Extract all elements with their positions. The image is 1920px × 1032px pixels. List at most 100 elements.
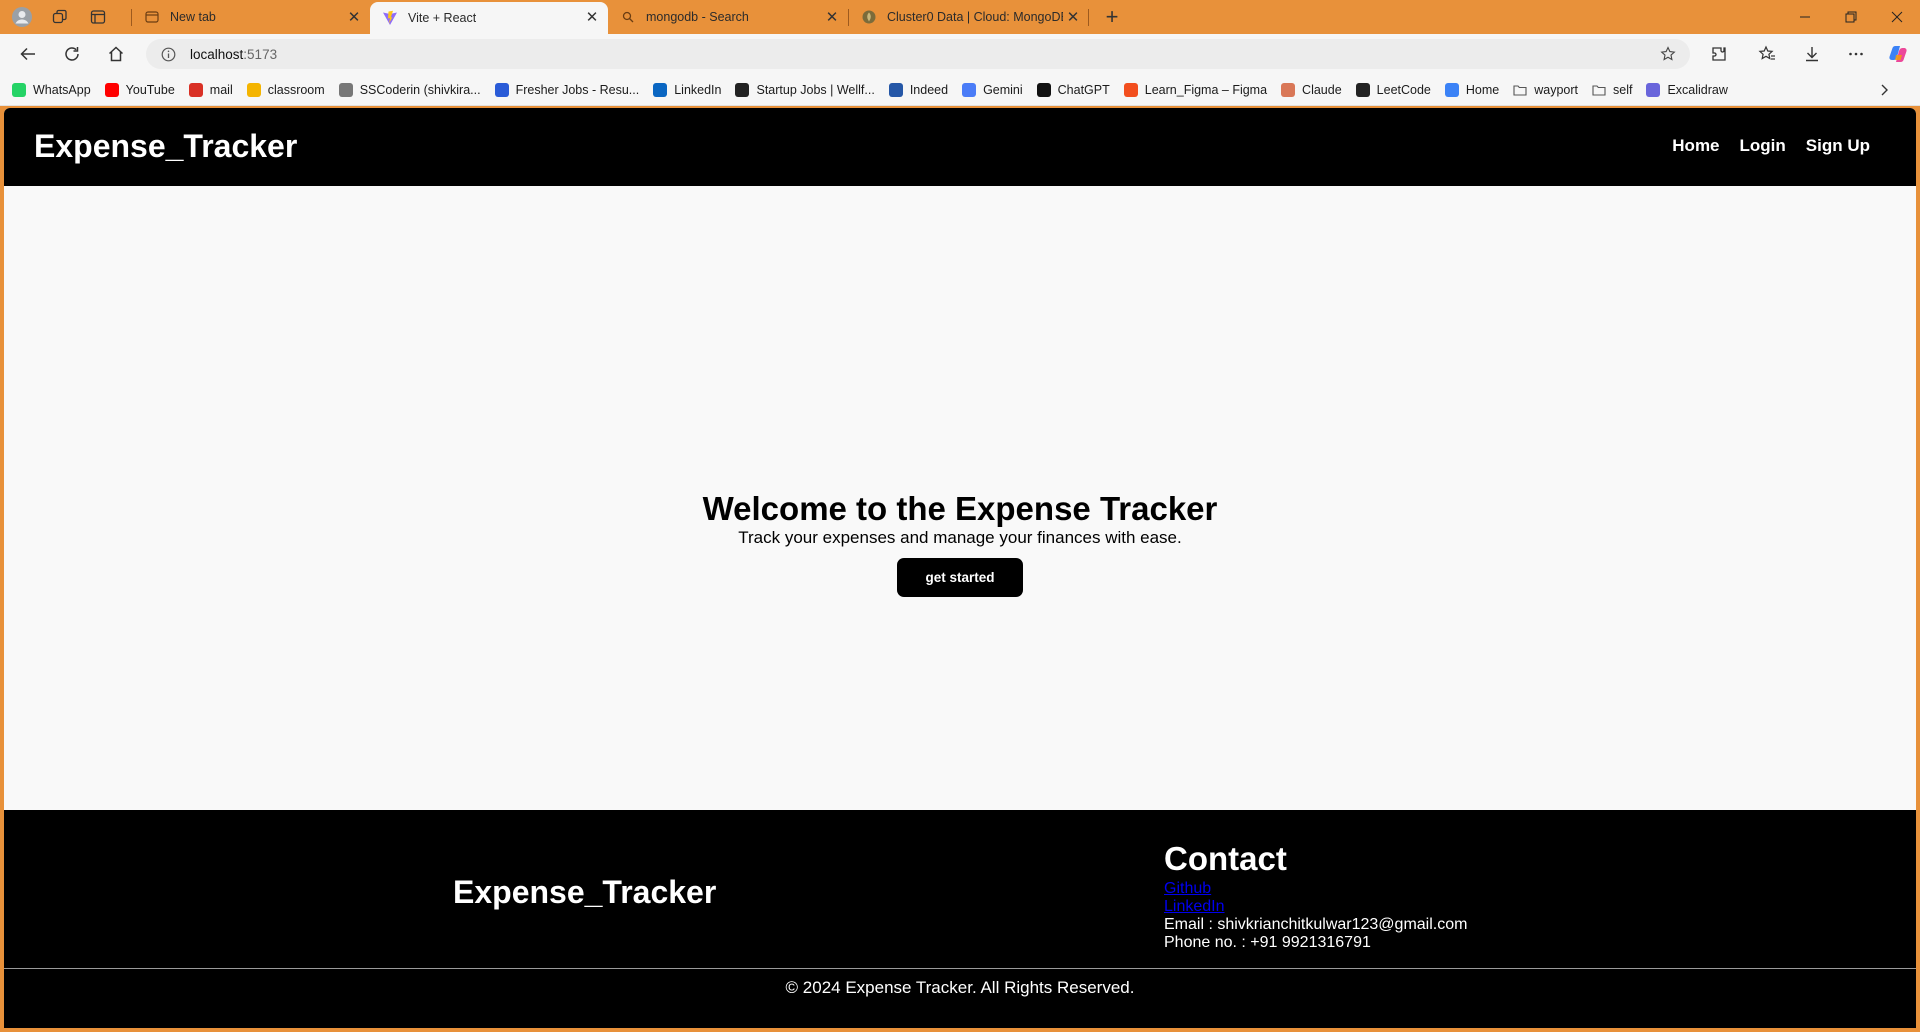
profile-icon[interactable] bbox=[10, 5, 34, 29]
linkedin-link[interactable]: LinkedIn bbox=[1164, 898, 1467, 916]
bookmark-label: Excalidraw bbox=[1667, 82, 1728, 97]
home-bookmark-icon bbox=[1444, 82, 1459, 97]
close-window-button[interactable] bbox=[1874, 0, 1920, 34]
bookmark-label: SSCoderin (shivkira... bbox=[359, 82, 481, 97]
restore-button[interactable] bbox=[1828, 0, 1874, 34]
bookmark-label: self bbox=[1613, 82, 1633, 97]
contact-email: Email : shivkrianchitkulwar123@gmail.com bbox=[1164, 916, 1468, 933]
tab-strip: New tab ✕ Vite + React ✕ mongodb - Searc… bbox=[0, 0, 1920, 34]
browser-toolbar: localhost:5173 bbox=[0, 34, 1920, 74]
gmail-icon bbox=[188, 82, 203, 97]
page-viewport: Expense_Tracker Home Login Sign Up Welco… bbox=[4, 108, 1916, 1028]
bookmark-item[interactable]: mail bbox=[188, 82, 233, 97]
bookmark-label: mail bbox=[209, 82, 233, 97]
footer-brand: Expense_Tracker bbox=[453, 874, 717, 910]
tab-title: Vite + React bbox=[408, 11, 477, 25]
site-brand[interactable]: Expense_Tracker bbox=[34, 128, 297, 165]
close-icon[interactable]: ✕ bbox=[346, 9, 362, 26]
bookmark-item[interactable]: YouTube bbox=[104, 82, 175, 97]
bookmark-item[interactable]: Startup Jobs | Wellf... bbox=[735, 82, 875, 97]
bookmark-item[interactable]: classroom bbox=[246, 82, 325, 97]
chevron-right-icon[interactable] bbox=[1876, 82, 1892, 98]
classroom-icon bbox=[246, 82, 261, 97]
tab-title: mongodb - Search bbox=[646, 10, 749, 24]
bookmark-item[interactable]: WhatsApp bbox=[12, 82, 91, 97]
address-bar[interactable]: localhost:5173 bbox=[146, 39, 1690, 69]
close-icon[interactable]: ✕ bbox=[1065, 9, 1081, 26]
hero-section: Welcome to the Expense Tracker Track you… bbox=[4, 186, 1916, 810]
tab-mongodb-cluster[interactable]: Cluster0 Data | Cloud: MongoDB ✕ bbox=[849, 2, 1089, 32]
tab-new-tab[interactable]: New tab ✕ bbox=[132, 2, 370, 32]
mongodb-icon bbox=[861, 9, 877, 25]
bookmark-item[interactable]: LeetCode bbox=[1355, 82, 1431, 97]
figma-icon bbox=[1123, 82, 1138, 97]
reload-button[interactable] bbox=[58, 40, 86, 68]
bookmark-item[interactable]: LinkedIn bbox=[653, 82, 722, 97]
bookmark-label: WhatsApp bbox=[33, 82, 91, 97]
copilot-icon[interactable] bbox=[1884, 40, 1912, 68]
tab-mongodb-search[interactable]: mongodb - Search ✕ bbox=[608, 2, 848, 32]
nav-link-signup[interactable]: Sign Up bbox=[1806, 136, 1870, 156]
leetcode-icon bbox=[1355, 82, 1370, 97]
folder-icon bbox=[1592, 83, 1606, 97]
bookmark-item[interactable]: Claude bbox=[1281, 82, 1342, 97]
linkedin-icon bbox=[653, 82, 668, 97]
bookmark-item[interactable]: Excalidraw bbox=[1646, 82, 1728, 97]
get-started-button[interactable]: get started bbox=[897, 558, 1023, 597]
bookmark-label: Startup Jobs | Wellf... bbox=[756, 82, 875, 97]
wellfound-icon bbox=[735, 82, 750, 97]
close-icon[interactable]: ✕ bbox=[584, 9, 600, 26]
bookmark-label: LinkedIn bbox=[674, 82, 722, 97]
bookmark-item[interactable]: Fresher Jobs - Resu... bbox=[494, 82, 640, 97]
excalidraw-icon bbox=[1646, 82, 1661, 97]
back-button[interactable] bbox=[14, 40, 42, 68]
address-url: localhost:5173 bbox=[190, 46, 278, 62]
bookmark-label: wayport bbox=[1534, 82, 1579, 97]
new-tab-button[interactable]: + bbox=[1100, 4, 1124, 29]
bookmark-item[interactable]: Indeed bbox=[888, 82, 948, 97]
favorites-icon[interactable] bbox=[1753, 40, 1781, 68]
site-info-icon[interactable] bbox=[160, 46, 176, 62]
bookmark-item[interactable]: Gemini bbox=[962, 82, 1023, 97]
nav-link-login[interactable]: Login bbox=[1740, 136, 1786, 156]
footer-divider bbox=[4, 968, 1916, 969]
folder-icon bbox=[1513, 83, 1527, 97]
bookmark-label: Home bbox=[1465, 82, 1500, 97]
workspaces-icon[interactable] bbox=[48, 5, 72, 29]
bookmark-label: Learn_Figma – Figma bbox=[1144, 82, 1268, 97]
nav-links: Home Login Sign Up bbox=[1672, 136, 1870, 156]
home-button[interactable] bbox=[102, 40, 130, 68]
more-menu-icon[interactable] bbox=[1842, 40, 1870, 68]
bookmark-label: ChatGPT bbox=[1057, 82, 1110, 97]
bookmark-item[interactable]: wayport bbox=[1513, 83, 1578, 97]
gemini-icon bbox=[962, 82, 977, 97]
favorite-star-icon[interactable] bbox=[1660, 46, 1676, 62]
tab-vite-react[interactable]: Vite + React ✕ bbox=[370, 2, 608, 34]
contact-heading: Contact bbox=[1164, 840, 1287, 877]
bookmark-label: YouTube bbox=[125, 82, 175, 97]
hero-title: Welcome to the Expense Tracker bbox=[702, 490, 1218, 527]
bookmark-item[interactable]: self bbox=[1592, 83, 1632, 97]
minimize-button[interactable] bbox=[1782, 0, 1828, 34]
github-link[interactable]: Github bbox=[1164, 880, 1467, 898]
chatgpt-icon bbox=[1036, 82, 1051, 97]
bookmark-item[interactable]: ChatGPT bbox=[1036, 82, 1110, 97]
bookmark-label: Claude bbox=[1302, 82, 1342, 97]
nav-link-home[interactable]: Home bbox=[1672, 136, 1719, 156]
hero-subtitle: Track your expenses and manage your fina… bbox=[738, 528, 1182, 547]
github-icon bbox=[338, 82, 353, 97]
downloads-icon[interactable] bbox=[1798, 40, 1826, 68]
bookmark-label: LeetCode bbox=[1376, 82, 1431, 97]
bookmark-item[interactable]: Learn_Figma – Figma bbox=[1123, 82, 1268, 97]
bookmark-item[interactable]: Home bbox=[1444, 82, 1500, 97]
close-icon[interactable]: ✕ bbox=[824, 9, 840, 26]
site-navbar: Expense_Tracker Home Login Sign Up bbox=[4, 108, 1916, 186]
tab-actions-icon[interactable] bbox=[86, 5, 110, 29]
whatsapp-icon bbox=[12, 82, 26, 97]
tab-title: Cluster0 Data | Cloud: MongoDB bbox=[887, 10, 1063, 24]
bookmark-label: Fresher Jobs - Resu... bbox=[515, 82, 640, 97]
newtab-icon bbox=[144, 9, 160, 25]
contact-phone: Phone no. : +91 9921316791 bbox=[1164, 934, 1371, 951]
extensions-icon[interactable] bbox=[1705, 40, 1733, 68]
bookmark-item[interactable]: SSCoderin (shivkira... bbox=[338, 82, 481, 97]
